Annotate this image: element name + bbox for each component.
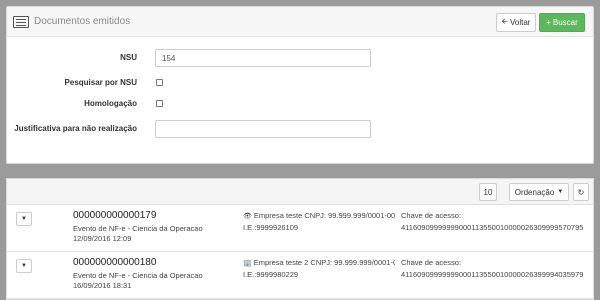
row-company-text: Empresa teste 2 CNPJ: 99.999.999/0001-07 — [253, 258, 395, 267]
results-panel: 10 Ordenação ▼ ↻ ▼ 000000000000179 Event… — [6, 178, 594, 300]
results-toolbar: 10 Ordenação ▼ ↻ — [7, 179, 593, 205]
building-icon: 🏢 — [243, 260, 252, 267]
pesquisar-label: Pesquisar por NSU — [64, 78, 137, 87]
page-title: Documentos emitidos — [34, 16, 131, 27]
row-date: 12/09/2016 12:09 — [73, 234, 132, 243]
eye-icon: 👁 — [243, 213, 252, 220]
arrow-left-icon: 🡨 — [501, 16, 509, 26]
order-label: Ordenação — [514, 187, 555, 197]
search-button[interactable]: + Buscar — [539, 13, 585, 32]
row-ie: I.E.:9999980229 — [243, 270, 299, 279]
justificativa-input[interactable] — [155, 120, 371, 138]
justificativa-label: Justificativa para não realização — [14, 124, 137, 133]
row-key-label: Chave de acesso: — [401, 258, 462, 267]
search-button-label: Buscar — [552, 18, 578, 27]
search-panel: Documentos emitidos 🡨 Voltar + Buscar NS… — [6, 6, 594, 164]
back-button[interactable]: 🡨 Voltar — [496, 13, 536, 32]
row-company-text: Empresa teste CNPJ: 99.999.999/0001-00 — [253, 211, 395, 220]
justificativa-row: Justificativa para não realização — [7, 119, 593, 139]
row-key-label: Chave de acesso: — [401, 211, 462, 220]
plus-icon: + — [546, 18, 551, 27]
row-key: 4116090999999900011355001000002630999957… — [401, 223, 584, 232]
nsu-input[interactable] — [155, 49, 371, 67]
homologacao-checkbox[interactable] — [156, 100, 163, 107]
back-button-label: Voltar — [510, 18, 531, 27]
row-key: 4116090999999900011355001000002639999403… — [401, 270, 584, 279]
panel-header: Documentos emitidos 🡨 Voltar + Buscar — [7, 7, 593, 37]
row-event: Evento de NF-e - Ciencia da Operacao — [73, 224, 203, 233]
row-event: Evento de NF-e - Ciencia da Operacao — [73, 271, 203, 280]
list-icon — [13, 15, 29, 28]
order-dropdown[interactable]: Ordenação ▼ — [509, 183, 569, 201]
pesquisar-row: Pesquisar por NSU — [7, 73, 593, 93]
refresh-button[interactable]: ↻ — [573, 183, 589, 201]
homologacao-row: Homologação — [7, 94, 593, 114]
nsu-label: NSU — [120, 53, 137, 62]
row-company: 🏢 Empresa teste 2 CNPJ: 99.999.999/0001-0… — [243, 258, 395, 267]
row-date: 16/09/2016 18:31 — [73, 281, 132, 290]
caret-down-icon: ▼ — [557, 189, 564, 195]
list-item: ▼ 000000000000180 Evento de NF-e - Cienc… — [7, 253, 593, 299]
pesquisar-checkbox[interactable] — [156, 79, 163, 86]
page-size-button[interactable]: 10 — [479, 183, 497, 201]
caret-down-icon: ▼ — [21, 263, 27, 269]
homologacao-label: Homologação — [84, 99, 137, 108]
expand-button[interactable]: ▼ — [16, 259, 32, 273]
row-nsu: 000000000000180 — [73, 257, 157, 268]
expand-button[interactable]: ▼ — [16, 212, 32, 226]
row-nsu: 000000000000179 — [73, 210, 157, 221]
caret-down-icon: ▼ — [21, 216, 27, 222]
nsu-row: NSU — [7, 48, 593, 68]
row-ie: I.E.:9999926109 — [243, 223, 299, 232]
refresh-icon: ↻ — [577, 187, 585, 197]
row-company: 👁 Empresa teste CNPJ: 99.999.999/0001-00 — [243, 211, 395, 220]
list-item: ▼ 000000000000179 Evento de NF-e - Cienc… — [7, 206, 593, 252]
